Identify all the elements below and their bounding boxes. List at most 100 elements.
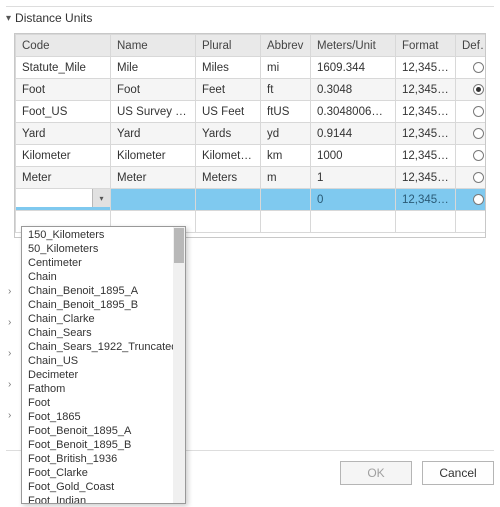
dropdown-item[interactable]: Chain_Benoit_1895_A xyxy=(22,283,185,297)
cell-format: 12,345.12 xyxy=(396,123,456,145)
cell-default[interactable] xyxy=(456,79,487,101)
cell-default[interactable] xyxy=(456,57,487,79)
scrollbar-thumb[interactable] xyxy=(174,228,184,263)
panel-title: Distance Units xyxy=(15,11,92,25)
cell-plural: Miles xyxy=(196,57,261,79)
cell-name: Meter xyxy=(111,167,196,189)
cell-mpu: 1 xyxy=(311,167,396,189)
dropdown-item[interactable]: Foot_Gold_Coast xyxy=(22,479,185,493)
cell-plural: Meters xyxy=(196,167,261,189)
code-dropdown-list[interactable]: 150_Kilometers50_KilometersCentimeterCha… xyxy=(21,226,186,504)
cell-default[interactable] xyxy=(456,101,487,123)
cell-mpu: 0.3048006096... xyxy=(311,101,396,123)
chevron-right-icon[interactable]: › xyxy=(8,410,11,421)
cell-mpu: 0.3048 xyxy=(311,79,396,101)
dropdown-item[interactable]: Decimeter xyxy=(22,367,185,381)
cell-code: Yard xyxy=(16,123,111,145)
cell-name: Kilometer xyxy=(111,145,196,167)
dropdown-item[interactable]: 150_Kilometers xyxy=(22,227,185,241)
distance-units-panel: ▾ Distance Units CodeNamePluralAbbrevMet… xyxy=(6,6,494,238)
table-row-new[interactable]: ▾ 012,345.12 xyxy=(16,189,487,211)
cell-format: 12,345.12 xyxy=(396,189,456,211)
cell-default[interactable] xyxy=(456,123,487,145)
cell-format: 12,345.12 xyxy=(396,57,456,79)
chevron-down-icon: ▾ xyxy=(99,194,103,203)
dropdown-item[interactable]: Centimeter xyxy=(22,255,185,269)
scrollbar[interactable] xyxy=(173,227,185,503)
radio-icon[interactable] xyxy=(473,128,484,139)
chevron-down-icon: ▾ xyxy=(6,13,11,24)
cell-code: Foot_US xyxy=(16,101,111,123)
radio-icon[interactable] xyxy=(473,172,484,183)
cell-default[interactable] xyxy=(456,167,487,189)
dropdown-item[interactable]: Chain_US xyxy=(22,353,185,367)
dropdown-item[interactable]: Foot_1865 xyxy=(22,409,185,423)
chevron-right-icon[interactable]: › xyxy=(8,317,11,328)
col-default[interactable]: Default xyxy=(456,35,487,57)
cell-code: Kilometer xyxy=(16,145,111,167)
cell-code: Statute_Mile xyxy=(16,57,111,79)
radio-icon[interactable] xyxy=(473,84,484,95)
cell-mpu: 1000 xyxy=(311,145,396,167)
cell-abbrev: km xyxy=(261,145,311,167)
cell-default[interactable] xyxy=(456,189,487,211)
cancel-button[interactable]: Cancel xyxy=(422,461,494,485)
cell-name: Mile xyxy=(111,57,196,79)
dropdown-item[interactable]: Chain_Sears_1922_Truncated xyxy=(22,339,185,353)
cell-plural: Kilometers xyxy=(196,145,261,167)
panel-header[interactable]: ▾ Distance Units xyxy=(6,7,494,31)
col-abbrev[interactable]: Abbrev xyxy=(261,35,311,57)
dropdown-item[interactable]: Foot_Benoit_1895_B xyxy=(22,437,185,451)
cell-plural: Yards xyxy=(196,123,261,145)
cell-mpu: 0.9144 xyxy=(311,123,396,145)
radio-icon[interactable] xyxy=(473,62,484,73)
dropdown-item[interactable]: Foot_Clarke xyxy=(22,465,185,479)
dropdown-item[interactable]: Foot_Benoit_1895_A xyxy=(22,423,185,437)
col-code[interactable]: Code xyxy=(16,35,111,57)
dropdown-item[interactable]: Chain_Sears xyxy=(22,325,185,339)
col-plural[interactable]: Plural xyxy=(196,35,261,57)
cell-abbrev: ft xyxy=(261,79,311,101)
table-row[interactable]: Foot_USUS Survey FootUS FeetftUS0.304800… xyxy=(16,101,487,123)
cell-abbrev: ftUS xyxy=(261,101,311,123)
cell-default[interactable] xyxy=(456,145,487,167)
cell-abbrev: m xyxy=(261,167,311,189)
table-header-row: CodeNamePluralAbbrevMeters/UnitFormatDef… xyxy=(16,35,487,57)
table-row[interactable]: KilometerKilometerKilometerskm100012,345… xyxy=(16,145,487,167)
col-metersunit[interactable]: Meters/Unit xyxy=(311,35,396,57)
chevron-right-icon[interactable]: › xyxy=(8,379,11,390)
dropdown-item[interactable]: Foot_British_1936 xyxy=(22,451,185,465)
code-combobox[interactable]: ▾ xyxy=(16,189,110,210)
dropdown-item[interactable]: Chain_Clarke xyxy=(22,311,185,325)
code-input[interactable] xyxy=(16,189,92,207)
cell-code[interactable]: ▾ xyxy=(16,189,111,211)
cell-plural xyxy=(196,189,261,211)
cell-mpu: 1609.344 xyxy=(311,57,396,79)
cell-format: 12,345.12 xyxy=(396,167,456,189)
radio-icon[interactable] xyxy=(473,194,484,205)
dropdown-item[interactable]: Chain xyxy=(22,269,185,283)
units-table: CodeNamePluralAbbrevMeters/UnitFormatDef… xyxy=(14,33,486,238)
table-row[interactable]: Statute_MileMileMilesmi1609.34412,345.12 xyxy=(16,57,487,79)
chevron-right-icon[interactable]: › xyxy=(8,286,11,297)
cell-mpu: 0 xyxy=(311,189,396,211)
dropdown-item[interactable]: Fathom xyxy=(22,381,185,395)
radio-icon[interactable] xyxy=(473,150,484,161)
cell-code: Meter xyxy=(16,167,111,189)
dropdown-item[interactable]: Foot xyxy=(22,395,185,409)
chevron-right-icon[interactable]: › xyxy=(8,348,11,359)
dropdown-button[interactable]: ▾ xyxy=(92,189,110,207)
dropdown-item[interactable]: Foot_Indian xyxy=(22,493,185,504)
table-row[interactable]: YardYardYardsyd0.914412,345.12 xyxy=(16,123,487,145)
radio-icon[interactable] xyxy=(473,106,484,117)
cell-abbrev: mi xyxy=(261,57,311,79)
col-format[interactable]: Format xyxy=(396,35,456,57)
col-name[interactable]: Name xyxy=(111,35,196,57)
table-row[interactable]: FootFootFeetft0.304812,345.12 xyxy=(16,79,487,101)
cell-format: 12,345.12 xyxy=(396,101,456,123)
ok-button[interactable]: OK xyxy=(340,461,412,485)
table-row[interactable]: MeterMeterMetersm112,345.12 xyxy=(16,167,487,189)
dropdown-item[interactable]: Chain_Benoit_1895_B xyxy=(22,297,185,311)
dropdown-item[interactable]: 50_Kilometers xyxy=(22,241,185,255)
cell-code: Foot xyxy=(16,79,111,101)
